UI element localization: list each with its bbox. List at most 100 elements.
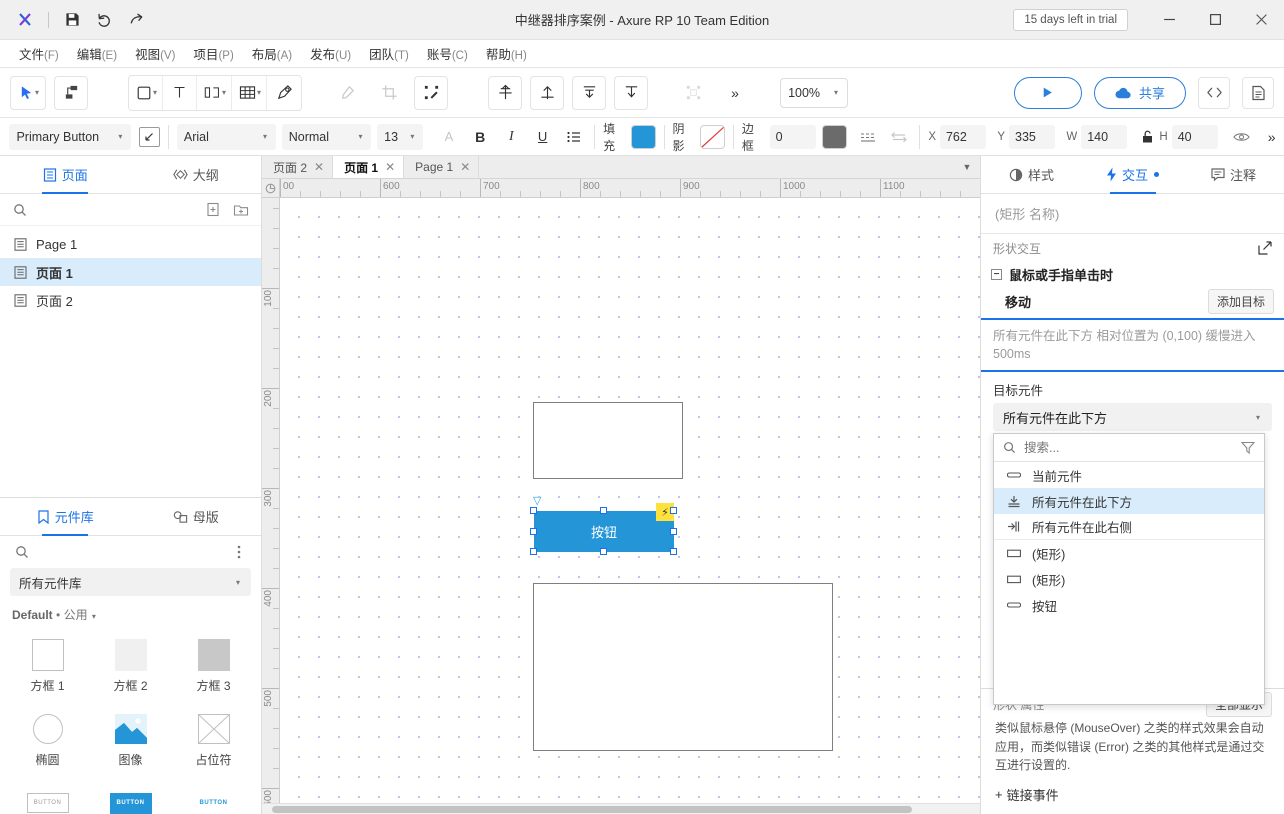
w-input[interactable] [1081, 125, 1127, 149]
dropdown-item-rect-1[interactable]: (矩形) [994, 540, 1264, 566]
minimize-button[interactable] [1146, 0, 1192, 40]
align-left-tool[interactable] [488, 76, 522, 110]
transform-tool[interactable] [414, 76, 448, 110]
dropdown-item-button[interactable]: 按钮 [994, 592, 1264, 618]
library-item-box2[interactable]: 方框 2 [89, 631, 172, 705]
eyedropper-tool[interactable] [330, 76, 364, 110]
selection-handle[interactable] [670, 507, 677, 514]
element-name-input[interactable]: (矩形 名称) [981, 194, 1284, 234]
style-select[interactable]: Primary Button ▾ [9, 124, 131, 150]
menu-edit[interactable]: 编辑(E) [68, 40, 126, 67]
library-item-link-button[interactable]: BUTTON 链接按钮 [172, 779, 255, 814]
library-group-header[interactable]: Default • 公用 ▾ [0, 596, 261, 631]
share-button[interactable]: 共享 [1094, 77, 1186, 109]
eye-icon[interactable] [1229, 124, 1254, 150]
search-icon[interactable] [10, 200, 30, 220]
border-color-swatch[interactable] [822, 125, 847, 149]
style-picker-icon[interactable] [139, 127, 160, 147]
tab-masters[interactable]: 母版 [131, 498, 262, 535]
crop-tool[interactable] [372, 76, 406, 110]
selection-handle[interactable] [670, 528, 677, 535]
library-item-primary-button[interactable]: BUTTON 主要按钮 [89, 779, 172, 814]
underline-button[interactable]: U [530, 124, 555, 150]
close-button[interactable] [1238, 0, 1284, 40]
code-button[interactable] [1198, 77, 1230, 109]
canvas-tabs-overflow-icon[interactable]: ▼ [954, 156, 980, 178]
scrollbar-thumb[interactable] [272, 806, 912, 813]
axure-logo-icon[interactable] [10, 6, 40, 34]
italic-button[interactable]: I [499, 124, 524, 150]
h-input[interactable] [1172, 125, 1218, 149]
selection-handle[interactable] [530, 507, 537, 514]
table-tool-caret[interactable]: ▾ [257, 88, 263, 97]
canvas-tab-page-1[interactable]: 页面 1 ✕ [333, 156, 404, 178]
selection-handle[interactable] [530, 528, 537, 535]
search-icon[interactable] [12, 542, 32, 562]
save-icon[interactable] [57, 6, 87, 34]
page-item-page-1-en[interactable]: Page 1 [0, 230, 261, 258]
canvas-horizontal-scrollbar[interactable] [262, 803, 980, 814]
menu-publish[interactable]: 发布(U) [301, 40, 360, 67]
font-family-select[interactable]: Arial ▾ [177, 124, 276, 150]
add-folder-icon[interactable] [231, 200, 251, 220]
more-vertical-icon[interactable] [229, 542, 249, 562]
connector-tool[interactable] [54, 76, 88, 110]
ruler-origin-icon[interactable] [262, 179, 280, 197]
rectangle-tool-caret[interactable]: ▾ [153, 88, 159, 97]
group-tool[interactable] [676, 76, 710, 110]
dropdown-item-all-below[interactable]: 所有元件在此下方 [994, 488, 1264, 514]
fill-color-swatch[interactable] [631, 125, 656, 149]
menu-team[interactable]: 团队(T) [360, 40, 418, 67]
canvas-tab-close-icon[interactable]: ✕ [385, 160, 395, 174]
preview-button[interactable] [1014, 77, 1082, 109]
font-color-icon[interactable]: A [437, 124, 462, 150]
tab-library[interactable]: 元件库 [0, 498, 131, 535]
dropdown-search-input[interactable] [1024, 441, 1233, 455]
selection-handle[interactable] [530, 548, 537, 555]
canvas-tab-close-icon[interactable]: ✕ [314, 160, 324, 174]
bold-button[interactable]: B [468, 124, 493, 150]
canvas-tab-page-2[interactable]: 页面 2 ✕ [262, 156, 333, 178]
event-row-click[interactable]: − 鼠标或手指单击时 [981, 262, 1284, 287]
canvas-tab-page-1-en[interactable]: Page 1 ✕ [404, 156, 479, 178]
shape-tool-caret[interactable]: ▾ [222, 88, 228, 97]
dropdown-item-current-widget[interactable]: 当前元件 [994, 462, 1264, 488]
align-top-tool[interactable] [530, 76, 564, 110]
undo-icon[interactable] [89, 6, 119, 34]
menu-project[interactable]: 项目(P) [184, 40, 242, 67]
border-width-input[interactable] [770, 125, 816, 149]
select-tool-caret[interactable]: ▾ [35, 88, 41, 97]
shadow-color-swatch[interactable] [700, 125, 725, 149]
canvas-tab-close-icon[interactable]: ✕ [460, 160, 470, 174]
font-weight-select[interactable]: Normal ▾ [282, 124, 372, 150]
tab-outline[interactable]: 大纲 [131, 156, 262, 193]
canvas-rectangle-top[interactable] [533, 402, 683, 479]
font-size-select[interactable]: 13 ▾ [377, 124, 423, 150]
distribute-tool[interactable] [614, 76, 648, 110]
maximize-button[interactable] [1192, 0, 1238, 40]
format-overflow-button[interactable]: » [1259, 124, 1284, 150]
link-event-button[interactable]: + 链接事件 [981, 775, 1284, 804]
library-item-placeholder[interactable]: 占位符 [172, 705, 255, 779]
table-tool[interactable]: ▾ [232, 76, 267, 110]
add-target-button[interactable]: 添加目标 [1208, 289, 1274, 314]
distribute-vertical-tool[interactable] [572, 76, 606, 110]
library-selector[interactable]: 所有元件库 ▾ [10, 568, 251, 596]
design-canvas[interactable]: ▽ 按钮 ⚡ [280, 198, 980, 803]
tab-interaction[interactable]: 交互 [1082, 156, 1183, 193]
list-button[interactable] [562, 124, 587, 150]
library-item-ellipse[interactable]: 椭圆 [6, 705, 89, 779]
canvas-rectangle-bottom[interactable] [533, 583, 833, 751]
library-item-box1[interactable]: 方框 1 [6, 631, 89, 705]
redo-icon[interactable] [121, 6, 151, 34]
x-input[interactable] [940, 125, 986, 149]
overflow-tool[interactable]: » [718, 76, 752, 110]
zoom-select[interactable]: 100% ▾ [780, 78, 848, 108]
library-item-box3[interactable]: 方框 3 [172, 631, 255, 705]
menu-help[interactable]: 帮助(H) [477, 40, 536, 67]
menu-file[interactable]: 文件(F) [10, 40, 68, 67]
collapse-icon[interactable]: − [991, 269, 1002, 280]
text-tool[interactable] [163, 76, 197, 110]
arrow-style-icon[interactable] [887, 124, 912, 150]
tab-pages[interactable]: 页面 [0, 156, 131, 193]
